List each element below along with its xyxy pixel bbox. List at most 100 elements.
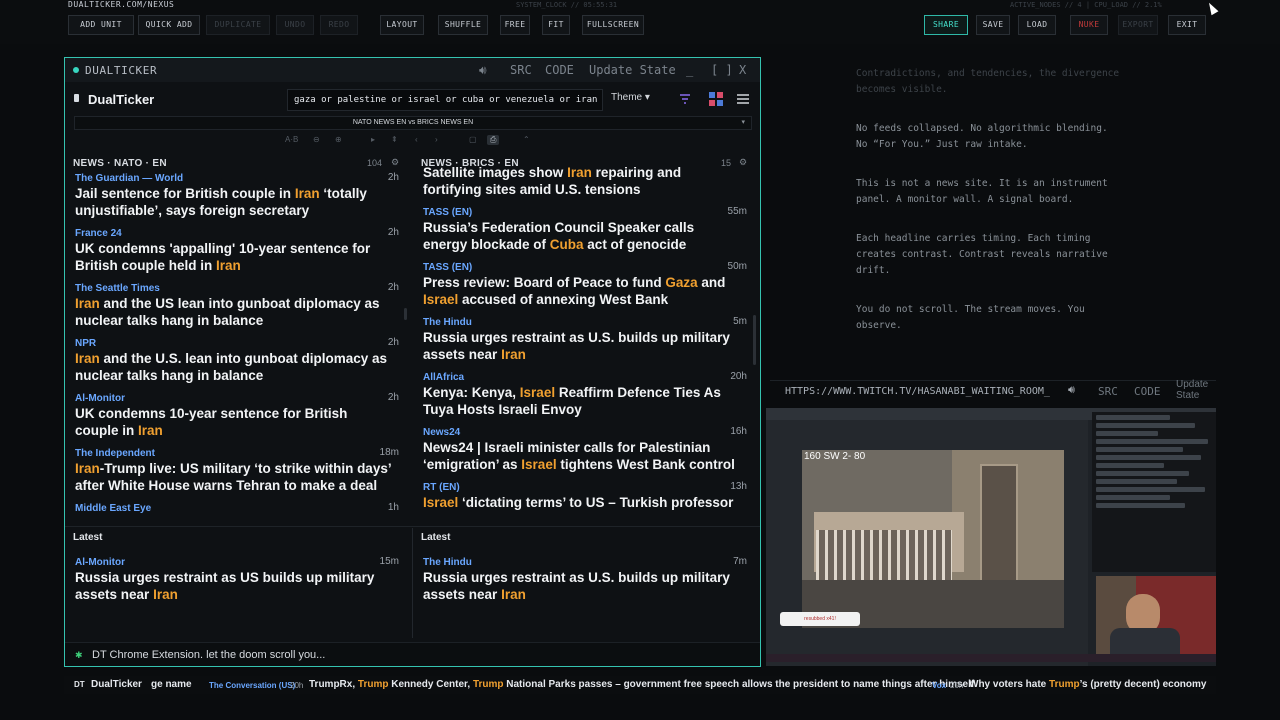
gear-icon[interactable]: ⚙︎ xyxy=(391,157,399,168)
news-headline[interactable]: Russia’s Federation Council Speaker call… xyxy=(423,219,739,253)
news-headline[interactable]: News24 | Israeli minister calls for Pale… xyxy=(423,439,739,473)
play-icon[interactable]: ▸ xyxy=(371,135,375,144)
grid-icon[interactable] xyxy=(709,92,723,106)
news-headline[interactable]: Israel ‘dictating terms’ to US – Turkish… xyxy=(423,494,739,511)
share-button[interactable]: SHARE xyxy=(924,15,968,35)
search-input[interactable]: gaza or palestine or israel or cuba or v… xyxy=(287,89,603,111)
src-button[interactable]: SRC xyxy=(1098,385,1118,398)
load-button[interactable]: LOAD xyxy=(1018,15,1056,35)
news-item[interactable]: Al-Monitor 15m Russia urges restraint as U… xyxy=(73,556,403,603)
twitch-window-titlebar[interactable]: HTTPS://WWW.TWITCH.TV/HASANABI_WAITING_R… xyxy=(770,379,1216,402)
news-source[interactable]: News24 xyxy=(423,426,739,439)
undo-button[interactable]: UNDO xyxy=(276,15,314,35)
shuffle-button[interactable]: SHUFFLE xyxy=(438,15,488,35)
news-source[interactable]: France 24 xyxy=(75,227,391,240)
filter-icon[interactable] xyxy=(679,93,691,105)
speaker-icon[interactable]: 🔊︎ xyxy=(479,63,487,78)
minimize-button[interactable]: _ xyxy=(686,63,693,77)
news-headline[interactable]: Russia urges restraint as U.S. builds up… xyxy=(423,569,739,603)
right-scrollbar[interactable] xyxy=(753,315,756,365)
maximize-button[interactable]: [ ] xyxy=(711,63,733,77)
menu-icon[interactable] xyxy=(737,94,749,104)
src-button[interactable]: SRC xyxy=(510,63,532,77)
news-item[interactable]: TASS (EN) 55m Russia’s Federation Council … xyxy=(421,206,751,253)
news-item[interactable]: AllAfrica 20h Kenya: Kenya, Israel Reaffir… xyxy=(421,371,751,418)
news-source[interactable]: Al-Monitor xyxy=(75,392,391,405)
news-item[interactable]: Al-Monitor 2h UK condemns 10-year sentence… xyxy=(73,392,403,439)
free-button[interactable]: FREE xyxy=(500,15,530,35)
news-item[interactable]: Middle East Eye 1h xyxy=(73,502,403,515)
feed-pair-select[interactable]: NATO NEWS EN vs BRICS NEWS EN ▾ xyxy=(74,116,752,130)
next-icon[interactable]: › xyxy=(435,135,438,144)
news-item[interactable]: The Independent 18m Iran-Trump live: US mi… xyxy=(73,447,403,494)
theme-dropdown[interactable]: Theme ▾ xyxy=(611,92,650,103)
news-source[interactable]: The Hindu xyxy=(423,316,739,329)
quick-add-button[interactable]: QUICK ADD xyxy=(138,15,200,35)
news-source[interactable]: AllAfrica xyxy=(423,371,739,384)
fullscreen-button[interactable]: FULLSCREEN xyxy=(582,15,644,35)
latest-item-right[interactable]: The Hindu 7m Russia urges restraint as U.S… xyxy=(421,556,751,611)
zoom-out-icon[interactable]: ⊖ xyxy=(313,135,320,144)
news-source[interactable]: The Guardian — World xyxy=(75,172,391,185)
news-item[interactable]: The Seattle Times 2h Iran and the US lean … xyxy=(73,282,403,329)
news-headline[interactable]: Russia urges restraint as US builds up m… xyxy=(75,569,391,603)
left-scrollbar[interactable] xyxy=(404,308,407,320)
news-headline[interactable]: Kenya: Kenya, Israel Reaffirm Defence Ti… xyxy=(423,384,739,418)
page-up-icon[interactable]: ⇞ xyxy=(391,135,398,144)
redo-button[interactable]: REDO xyxy=(320,15,358,35)
update-state-button[interactable]: Update State xyxy=(1176,379,1216,401)
twitch-stream-embed[interactable]: 160 SW 2- 80 resubbed x41! xyxy=(766,408,1216,666)
news-item[interactable]: France 24 2h UK condemns 'appalling' 10-ye… xyxy=(73,227,403,274)
exit-button[interactable]: EXIT xyxy=(1168,15,1206,35)
code-button[interactable]: CODE xyxy=(1134,385,1161,398)
update-state-button[interactable]: Update State xyxy=(589,63,676,77)
news-item[interactable]: The Guardian — World 2h Jail sentence for … xyxy=(73,172,403,219)
news-headline[interactable]: Jail sentence for British couple in Iran… xyxy=(75,185,391,219)
news-source[interactable]: Middle East Eye xyxy=(75,502,391,515)
news-item[interactable]: TASS (EN) 50m Press review: Board of Peace… xyxy=(421,261,751,308)
news-headline[interactable]: Russia urges restraint as U.S. builds up… xyxy=(423,329,739,363)
news-source[interactable]: TASS (EN) xyxy=(423,206,739,219)
news-headline[interactable]: UK condemns 10-year sentence for British… xyxy=(75,405,391,439)
code-button[interactable]: CODE xyxy=(545,63,574,77)
add-unit-button[interactable]: ADD UNIT xyxy=(68,15,134,35)
nuke-button[interactable]: NUKE xyxy=(1070,15,1108,35)
news-headline[interactable]: Satellite images show Iran repairing and… xyxy=(423,164,739,198)
zoom-in-icon[interactable]: ⊕ xyxy=(335,135,342,144)
news-source[interactable]: The Hindu xyxy=(423,556,739,569)
layout-button[interactable]: LAYOUT xyxy=(380,15,424,35)
news-item[interactable]: The Hindu 5m Russia urges restraint as U.S… xyxy=(421,316,751,363)
ticker-headline[interactable]: TrumpRx, Trump Kennedy Center, Trump Nat… xyxy=(309,679,974,690)
ticker-headline[interactable]: Why voters hate Trump’s (pretty decent) … xyxy=(969,679,1206,690)
collapse-icon[interactable]: ⌃ xyxy=(523,135,530,144)
duplicate-button[interactable]: DUPLICATE xyxy=(206,15,270,35)
right-news-feed[interactable]: Satellite images show Iran repairing and… xyxy=(421,164,751,520)
window-titlebar[interactable]: DUALTICKER 🔊︎ SRC CODE Update State _ [ … xyxy=(65,58,760,82)
news-source[interactable]: NPR xyxy=(75,337,391,350)
save-button[interactable]: SAVE xyxy=(976,15,1010,35)
news-item[interactable]: The Hindu 7m Russia urges restraint as U.S… xyxy=(421,556,751,603)
news-source[interactable]: The Seattle Times xyxy=(75,282,391,295)
close-button[interactable]: X xyxy=(739,63,746,77)
latest-item-left[interactable]: Al-Monitor 15m Russia urges restraint as U… xyxy=(73,556,403,611)
prev-icon[interactable]: ‹ xyxy=(415,135,418,144)
news-item[interactable]: RT (EN) 13h Israel ‘dictating terms’ to US… xyxy=(421,481,751,511)
news-headline[interactable]: Iran-Trump live: US military ‘to strike … xyxy=(75,460,391,494)
frame-icon[interactable]: ▢ xyxy=(469,135,477,144)
ab-toggle-button[interactable]: A·B xyxy=(285,135,298,144)
news-headline[interactable]: Press review: Board of Peace to fund Gaz… xyxy=(423,274,739,308)
news-source[interactable]: The Independent xyxy=(75,447,391,460)
left-news-feed[interactable]: The Guardian — World 2h Jail sentence for … xyxy=(73,172,403,526)
news-source[interactable]: RT (EN) xyxy=(423,481,739,494)
news-headline[interactable]: UK condemns 'appalling' 10-year sentence… xyxy=(75,240,391,274)
fit-button[interactable]: FIT xyxy=(542,15,570,35)
print-icon[interactable]: ⎙ xyxy=(487,135,500,145)
news-headline[interactable]: Iran and the US lean into gunboat diplom… xyxy=(75,295,391,329)
news-item[interactable]: NPR 2h Iran and the U.S. lean into gunboat… xyxy=(73,337,403,384)
speaker-icon[interactable]: 🔊︎ xyxy=(1068,384,1075,397)
news-item[interactable]: News24 16h News24 | Israeli minister calls… xyxy=(421,426,751,473)
news-source[interactable]: TASS (EN) xyxy=(423,261,739,274)
news-item[interactable]: Satellite images show Iran repairing and… xyxy=(421,164,751,198)
news-source[interactable]: Al-Monitor xyxy=(75,556,391,569)
news-headline[interactable]: Iran and the U.S. lean into gunboat dipl… xyxy=(75,350,391,384)
